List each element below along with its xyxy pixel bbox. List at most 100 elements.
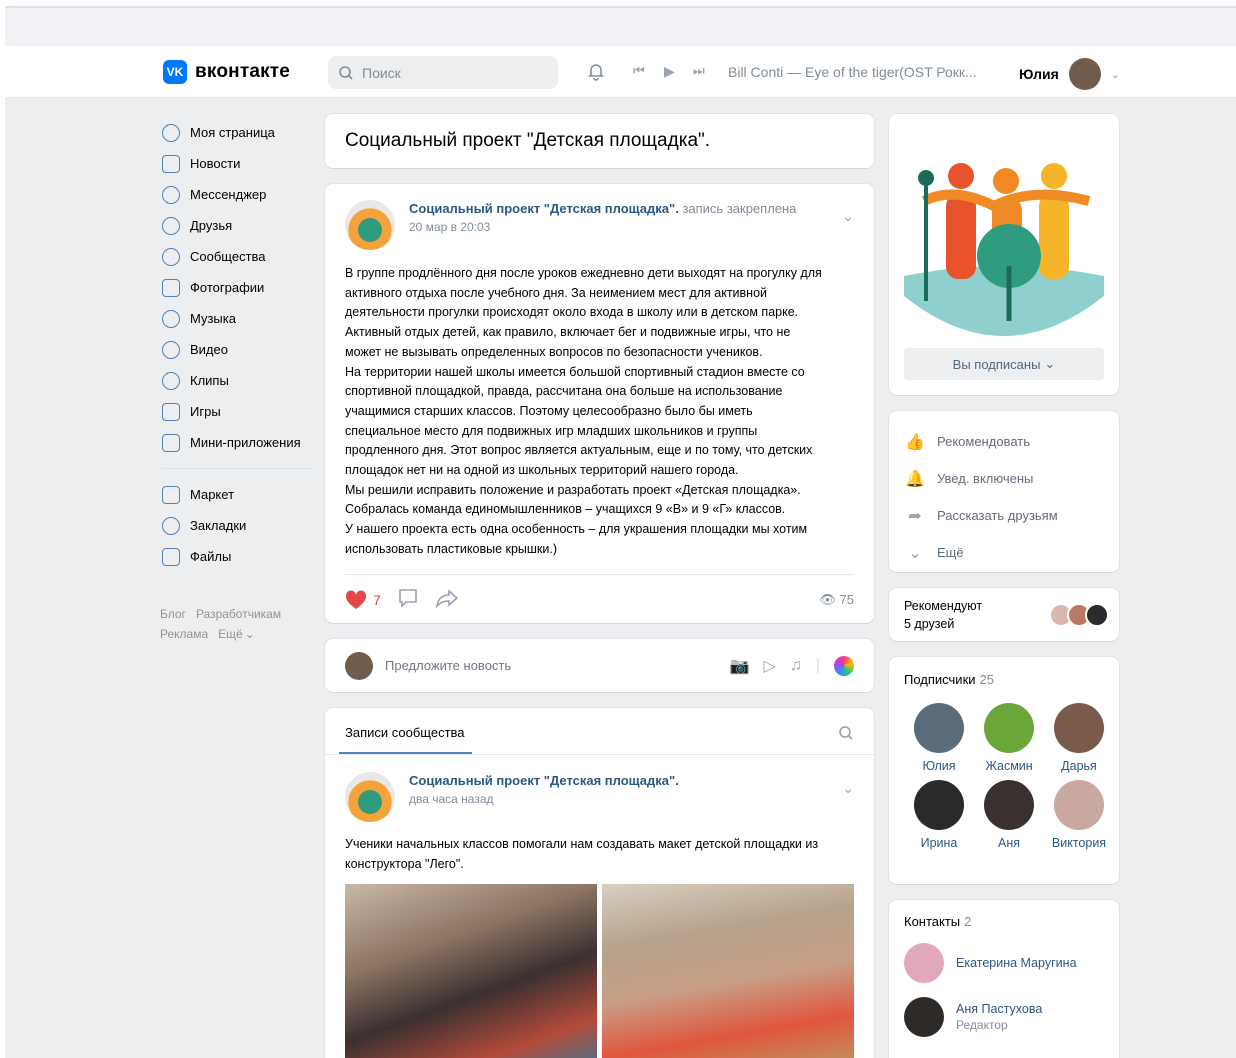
sidebar-item-label: Сообщества: [190, 249, 266, 264]
subscribed-label: Вы подписаны: [952, 356, 1041, 372]
sidebar-item-my-page[interactable]: Моя страница: [162, 117, 317, 148]
more-link[interactable]: Ещё: [218, 627, 243, 641]
friends-recommend-card[interactable]: Рекомендуют 5 друзей: [889, 588, 1119, 641]
contacts-title[interactable]: Контакты 2: [904, 914, 1104, 929]
sidebar-item-label: Мини-приложения: [190, 435, 301, 450]
sidebar-item-news[interactable]: Новости: [162, 148, 317, 179]
heart-icon: [345, 589, 367, 609]
developers-link[interactable]: Разработчикам: [196, 607, 281, 621]
sidebar-item-mini-apps[interactable]: Мини-приложения: [162, 427, 317, 458]
notifications-action[interactable]: 🔔 Увед. включены: [905, 460, 1103, 497]
post-photo-2[interactable]: [602, 884, 854, 1058]
sidebar-item-label: Маркет: [190, 487, 235, 502]
contacts-title-text: Контакты: [904, 914, 961, 929]
camera-icon[interactable]: 📷: [730, 656, 750, 676]
user-name: Юлия: [1019, 66, 1059, 82]
subscriber-item[interactable]: Жасмин: [974, 703, 1044, 773]
post-photo-1[interactable]: [345, 884, 597, 1058]
sidebar-item-label: Новости: [190, 156, 241, 171]
post-header: Социальный проект "Детская площадка". за…: [345, 200, 796, 250]
now-playing-track[interactable]: Bill Conti — Eye of the tiger(OST Рокк..…: [728, 64, 977, 80]
vk-logo[interactable]: VK вконтакте: [163, 60, 290, 84]
blog-link[interactable]: Блог: [160, 607, 186, 621]
sidebar-item-photos[interactable]: Фотографии: [162, 272, 317, 303]
comment-button[interactable]: [397, 587, 419, 612]
group-title-card: Социальный проект "Детская площадка".: [325, 114, 874, 168]
music-note-icon: [162, 309, 180, 328]
photo-icon: [162, 278, 180, 297]
group-avatar[interactable]: [345, 200, 395, 250]
subscriber-name: Юлия: [922, 759, 956, 773]
share-friends-action[interactable]: ➦ Рассказать друзьям: [905, 497, 1103, 534]
action-label: Рекомендовать: [937, 434, 1030, 449]
music-note-icon[interactable]: ♫: [790, 657, 802, 675]
like-button[interactable]: 7: [345, 589, 381, 610]
video-play-icon[interactable]: ▷: [764, 656, 776, 676]
sidebar-item-label: Моя страница: [190, 125, 275, 140]
shopping-bag-icon: [162, 485, 180, 504]
subscriber-name: Виктория: [1051, 836, 1107, 850]
feed-search-icon[interactable]: [838, 725, 854, 746]
sidebar-item-label: Друзья: [190, 218, 233, 233]
share-button[interactable]: [435, 587, 459, 612]
ads-link[interactable]: Реклама: [160, 627, 208, 641]
feed-divider: [325, 754, 874, 755]
next-track-icon[interactable]: ⏭: [693, 61, 705, 81]
contact-item[interactable]: Екатерина Маругина: [904, 943, 1104, 983]
post-author-link[interactable]: Социальный проект "Детская площадка".: [409, 201, 679, 216]
subscriber-item[interactable]: Дарья: [1044, 703, 1114, 773]
group-avatar[interactable]: [345, 772, 395, 822]
group-actions-card: 👍 Рекомендовать 🔔 Увед. включены ➦ Рассказа…: [889, 411, 1119, 572]
sidebar-item-market[interactable]: Маркет: [162, 479, 317, 510]
subscribed-button[interactable]: Вы подписаны ⌄: [904, 348, 1104, 380]
user-avatar: [1068, 58, 1101, 90]
user-menu[interactable]: Юлия ⌄: [1019, 58, 1120, 90]
feed-post-text: Ученики начальных классов помогали нам с…: [345, 837, 819, 871]
post-menu-chevron-icon[interactable]: ⌄: [842, 208, 854, 225]
sidebar-item-clips[interactable]: Клипы: [162, 365, 317, 396]
action-label: Рассказать друзьям: [937, 508, 1058, 523]
tab-community-posts[interactable]: Записи сообщества: [345, 725, 465, 740]
sidebar-item-messenger[interactable]: Мессенджер: [162, 179, 317, 210]
feed-post-author-link[interactable]: Социальный проект "Детская площадка".: [409, 772, 679, 790]
recommend-action[interactable]: 👍 Рекомендовать: [905, 423, 1103, 460]
bell-check-icon: 🔔: [905, 470, 925, 488]
ai-assistant-icon[interactable]: [834, 655, 854, 676]
contact-item[interactable]: Аня Пастухова Редактор: [904, 997, 1104, 1037]
thumbs-up-icon: 👍: [905, 433, 925, 451]
sidebar-item-friends[interactable]: Друзья: [162, 210, 317, 241]
previous-track-icon[interactable]: ⏮: [633, 61, 645, 81]
sidebar-item-games[interactable]: Игры: [162, 396, 317, 427]
sidebar-item-label: Файлы: [190, 549, 232, 564]
friend-avatar: [1085, 603, 1109, 627]
subscriber-item[interactable]: Виктория: [1044, 780, 1114, 850]
apps-grid-icon: [162, 433, 180, 452]
subscriber-item[interactable]: Ирина: [904, 780, 974, 850]
sidebar-item-label: Игры: [190, 404, 221, 419]
sidebar-item-label: Музыка: [190, 311, 236, 326]
subscriber-item[interactable]: Аня: [974, 780, 1044, 850]
sidebar-item-files[interactable]: Файлы: [162, 541, 317, 572]
share-icon: ➦: [908, 507, 922, 525]
sidebar-item-bookmarks[interactable]: Закладки: [162, 510, 317, 541]
search-input[interactable]: Поиск: [328, 56, 558, 89]
subscribers-grid: Юлия Жасмин Дарья Ирина Аня Виктория: [904, 703, 1106, 850]
sidebar-item-music[interactable]: Музыка: [162, 303, 317, 334]
feed-post-date[interactable]: два часа назад: [409, 792, 679, 806]
post-date[interactable]: 20 мар в 20:03: [409, 220, 796, 234]
feed-post-menu-chevron-icon[interactable]: ⌄: [842, 780, 854, 797]
suggest-news-bar[interactable]: Предложите новость 📷 ▷ ♫ |: [325, 639, 874, 692]
subscribers-title[interactable]: Подписчики 25: [904, 672, 1104, 687]
post-actions-bar: 7 👁 75: [345, 574, 854, 612]
play-icon[interactable]: ▶: [664, 61, 675, 81]
search-placeholder: Поиск: [362, 64, 401, 81]
subscriber-item[interactable]: Юлия: [904, 703, 974, 773]
subscribers-title-text: Подписчики: [904, 672, 976, 687]
sidebar-item-communities[interactable]: Сообщества: [162, 241, 317, 272]
more-action[interactable]: ⌄ Ещё: [905, 534, 1103, 571]
search-icon: [339, 65, 353, 80]
bell-icon[interactable]: [586, 61, 606, 85]
sidebar-item-video[interactable]: Видео: [162, 334, 317, 365]
avatar: [984, 703, 1034, 753]
page-title: Социальный проект "Детская площадка".: [345, 130, 711, 151]
